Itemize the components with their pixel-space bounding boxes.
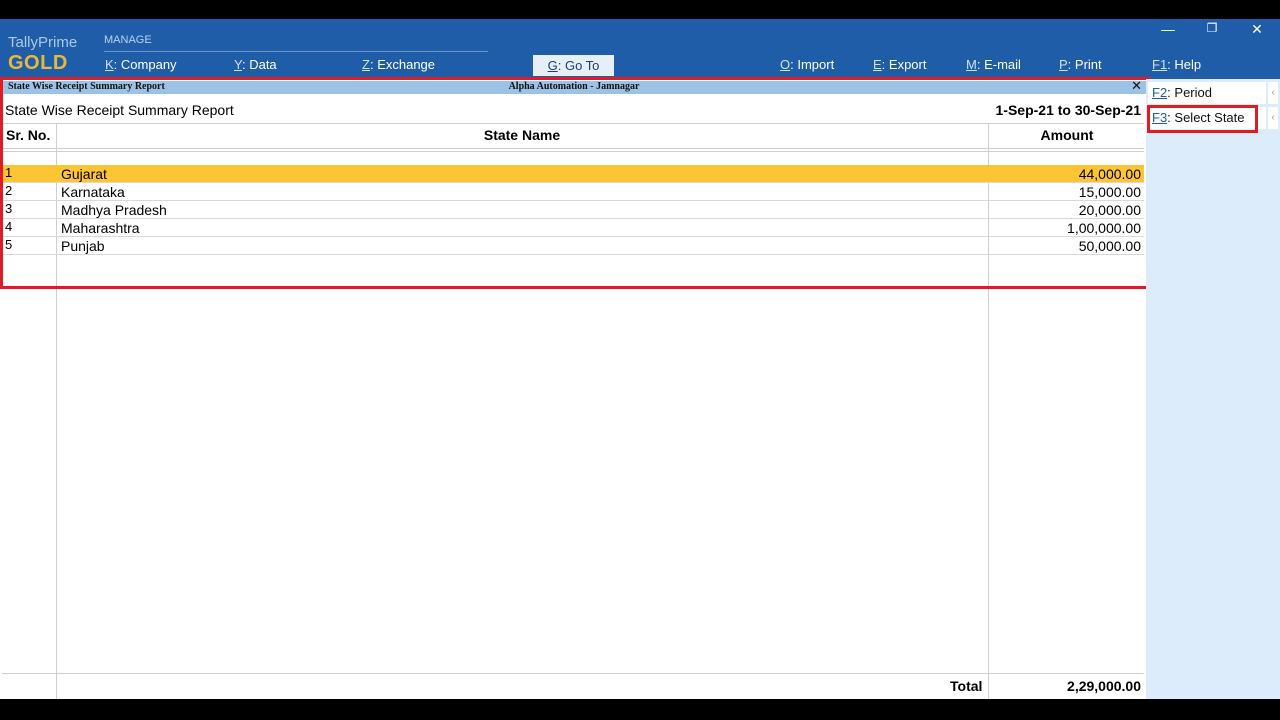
menu-data[interactable]: Y: Data <box>234 57 277 72</box>
row-sr-no: 5 <box>5 237 13 252</box>
row-state-name: Karnataka <box>61 184 125 200</box>
report-title-bar: State Wise Receipt Summary Report Alpha … <box>2 79 1146 94</box>
table-row[interactable]: 5 Punjab 50,000.00 <box>2 237 1144 255</box>
menu-email[interactable]: M: E-mail <box>966 57 1021 72</box>
column-header-sr-no: Sr. No. <box>6 127 51 143</box>
menu-import[interactable]: O: Import <box>780 57 834 72</box>
report-period[interactable]: 1-Sep-21 to 30-Sep-21 <box>996 102 1142 118</box>
close-window-icon[interactable]: ✕ <box>1247 21 1267 38</box>
row-state-name: Maharashtra <box>61 220 140 236</box>
button-bar: F2: Period ‹ F3: Select State ‹ <box>1146 79 1280 699</box>
total-rule <box>2 673 1144 674</box>
row-sr-no: 1 <box>5 165 13 180</box>
row-sr-no: 3 <box>5 201 13 216</box>
close-report-icon[interactable]: ✕ <box>1131 79 1142 94</box>
chevron-left-icon[interactable]: ‹ <box>1268 82 1278 104</box>
menu-company[interactable]: K: Company <box>105 57 177 72</box>
header-top-rule <box>2 123 1144 124</box>
row-amount: 50,000.00 <box>1078 238 1141 254</box>
menu-go-to[interactable]: G: Go To <box>533 55 614 76</box>
total-label: Total <box>950 678 983 694</box>
menu-help[interactable]: F1: Help <box>1152 57 1201 72</box>
row-amount: 20,000.00 <box>1078 202 1141 218</box>
minimize-icon[interactable]: — <box>1158 21 1178 37</box>
row-state-name: Gujarat <box>61 166 107 182</box>
column-header-state-name: State Name <box>483 127 561 143</box>
row-amount: 1,00,000.00 <box>1067 220 1141 236</box>
row-state-name: Madhya Pradesh <box>61 202 167 218</box>
header-bottom-rule <box>2 148 1144 149</box>
title-bar-company: Alpha Automation - Jamnagar <box>508 81 640 92</box>
table-row[interactable]: 3 Madhya Pradesh 20,000.00 <box>2 201 1144 219</box>
total-value: 2,29,000.00 <box>1067 678 1141 694</box>
manage-divider <box>104 51 488 52</box>
menu-export[interactable]: E: Export <box>873 57 926 72</box>
column-header-amount: Amount <box>1040 127 1094 143</box>
row-amount: 15,000.00 <box>1078 184 1141 200</box>
table-row[interactable]: 1 Gujarat 44,000.00 <box>2 165 1144 183</box>
screen: TallyPrime GOLD MANAGE K: Company Y: Dat… <box>0 0 1280 720</box>
top-menu-bar: TallyPrime GOLD MANAGE K: Company Y: Dat… <box>0 19 1280 79</box>
report-panel: State Wise Receipt Summary Report Alpha … <box>0 79 1146 699</box>
row-amount: 44,000.00 <box>1078 166 1141 182</box>
table-row[interactable]: 2 Karnataka 15,000.00 <box>2 183 1144 201</box>
table-row[interactable]: 4 Maharashtra 1,00,000.00 <box>2 219 1144 237</box>
restore-icon[interactable]: ❐ <box>1202 21 1222 35</box>
select-state-button[interactable]: F3: Select State <box>1148 107 1266 129</box>
period-button[interactable]: F2: Period <box>1148 82 1266 104</box>
manage-label: MANAGE <box>104 34 152 46</box>
header-bottom-rule-2 <box>2 151 1144 152</box>
row-sr-no: 4 <box>5 219 13 234</box>
bottom-bar <box>0 699 1280 720</box>
brand-edition: GOLD <box>8 52 68 74</box>
report-title: State Wise Receipt Summary Report <box>5 102 234 118</box>
row-state-name: Punjab <box>61 238 105 254</box>
chevron-left-icon[interactable]: ‹ <box>1268 107 1278 129</box>
menu-exchange[interactable]: Z: Exchange <box>362 57 435 72</box>
brand-name: TallyPrime <box>8 34 78 51</box>
menu-print[interactable]: P: Print <box>1059 57 1102 72</box>
row-sr-no: 2 <box>5 183 13 198</box>
